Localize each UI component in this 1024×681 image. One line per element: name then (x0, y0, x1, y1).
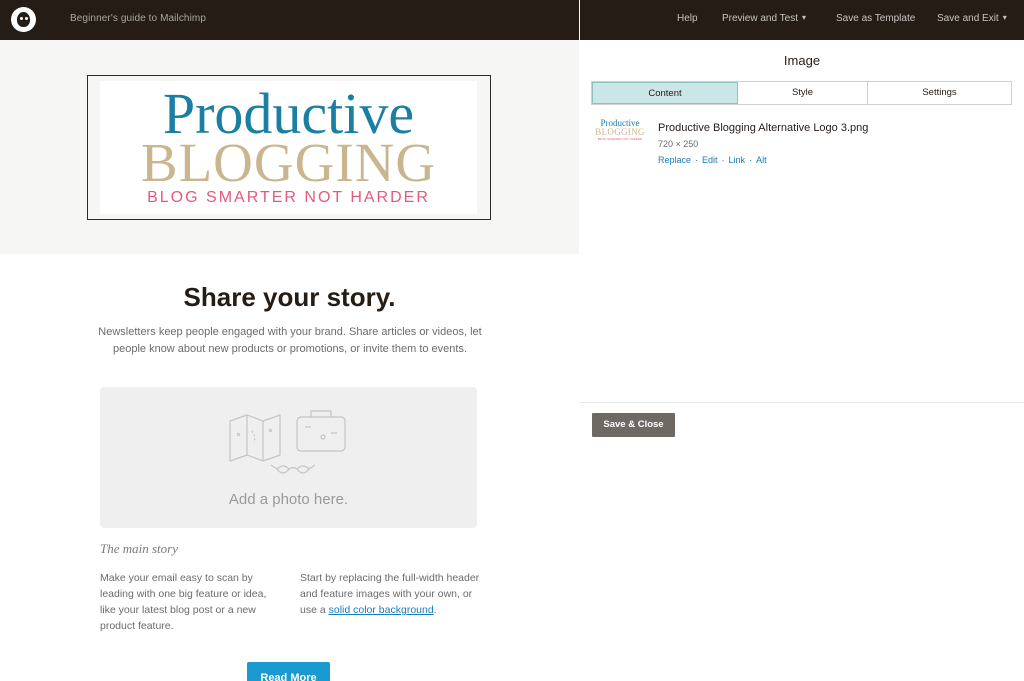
right-column-period: . (433, 604, 437, 616)
logo-face (17, 12, 30, 27)
tab-settings[interactable]: Settings (868, 82, 1011, 104)
edit-link[interactable]: Edit (702, 155, 718, 165)
image-file-name: Productive Blogging Alternative Logo 3.p… (658, 122, 869, 134)
logo-eye (25, 17, 28, 20)
chevron-down-icon: ▾ (801, 13, 806, 22)
logo-text-blogging: BLOGGING (140, 132, 437, 193)
link-link[interactable]: Link (729, 155, 746, 165)
logo-eye (20, 17, 23, 20)
story-description[interactable]: Newsletters keep people engaged with you… (98, 324, 482, 358)
campaign-title: Beginner's guide to Mailchimp (70, 13, 206, 24)
alt-link[interactable]: Alt (756, 155, 767, 165)
image-editor-panel: Image Content Style Settings Productive … (580, 40, 1024, 681)
header-image-block[interactable]: Productive BLOGGING BLOG SMARTER NOT HAR… (87, 75, 491, 220)
tab-style[interactable]: Style (738, 82, 868, 104)
right-column-text[interactable]: Start by replacing the full-width header… (300, 570, 480, 618)
preview-and-test-menu[interactable]: Preview and Test ▾ (722, 13, 806, 24)
solid-color-background-link[interactable]: solid color background (329, 604, 434, 616)
email-canvas: Productive BLOGGING BLOG SMARTER NOT HAR… (0, 40, 579, 681)
chevron-down-icon: ▾ (1002, 13, 1007, 22)
read-more-button[interactable]: Read More (247, 662, 330, 681)
image-thumbnail[interactable]: Productive BLOGGING BLOG SMARTER NOT HAR… (593, 119, 647, 142)
thumb-text-blogging: BLOGGING (595, 127, 645, 137)
image-dimensions: 720 × 250 (658, 139, 699, 149)
photo-placeholder-label: Add a photo here. (228, 491, 349, 508)
travel-illustration-icon (229, 410, 346, 474)
story-title[interactable]: Share your story. (0, 282, 579, 313)
help-link[interactable]: Help (677, 13, 698, 24)
top-bar: Beginner's guide to Mailchimp Help Previ… (0, 0, 1024, 40)
top-bar-divider (579, 0, 580, 40)
photo-placeholder[interactable]: Add a photo here. (100, 387, 477, 528)
image-actions: Replace · Edit · Link · Alt (658, 155, 767, 165)
panel-divider (580, 402, 1024, 403)
separator: · (749, 155, 753, 165)
save-and-close-button[interactable]: Save & Close (592, 413, 675, 437)
left-column-text[interactable]: Make your email easy to scan by leading … (100, 570, 280, 634)
main-story-heading[interactable]: The main story (100, 541, 178, 557)
tab-content[interactable]: Content (592, 82, 738, 104)
save-as-template-link[interactable]: Save as Template (836, 13, 915, 24)
separator: · (721, 155, 725, 165)
thumb-tagline: BLOG SMARTER NOT HARDER (597, 137, 643, 141)
header-logo-image[interactable]: Productive BLOGGING BLOG SMARTER NOT HAR… (100, 81, 477, 214)
replace-link[interactable]: Replace (658, 155, 691, 165)
mailchimp-logo-icon[interactable] (11, 7, 36, 32)
panel-title: Image (783, 53, 821, 68)
logo-tagline: BLOG SMARTER NOT HARDER (147, 189, 430, 206)
save-and-exit-menu[interactable]: Save and Exit ▾ (937, 13, 1007, 24)
panel-tabs: Content Style Settings (591, 81, 1012, 105)
separator: · (695, 155, 699, 165)
